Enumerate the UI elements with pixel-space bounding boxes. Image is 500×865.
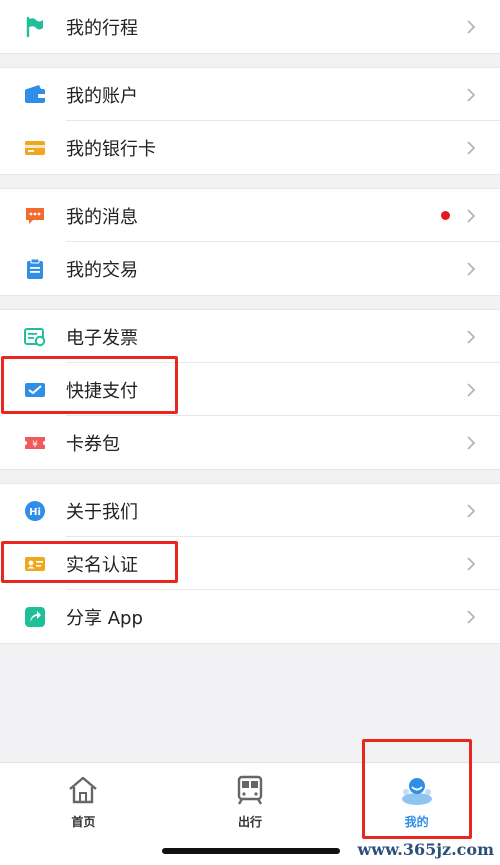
highlight-box-mine-tab [362,739,472,839]
menu-item-label: 我的消息 [66,206,138,228]
menu-item-label: 卡券包 [66,433,120,455]
svg-text:Hi: Hi [29,507,41,518]
group-messages: 我的消息 我的交易 [0,188,500,296]
tab-label: 首页 [71,815,96,829]
chevron-right-icon [467,329,476,344]
tab-label: 出行 [238,815,263,829]
highlight-box-quick-pay [1,356,178,414]
unread-badge [441,211,450,220]
invoice-icon [24,326,46,348]
chevron-right-icon [467,140,476,155]
home-indicator[interactable] [162,848,340,854]
menu-item-label: 我的行程 [66,17,138,39]
group-account: 我的账户 我的银行卡 [0,67,500,175]
chevron-right-icon [467,208,476,223]
tab-home[interactable]: 首页 [0,763,167,865]
home-icon [66,773,100,807]
menu-item-share-app[interactable]: 分享 App [0,590,500,643]
menu-item-label: 我的银行卡 [66,138,156,160]
highlight-box-real-name-auth [1,541,178,583]
clipboard-icon [24,258,46,280]
wallet-icon [24,84,46,106]
message-icon [24,205,46,227]
menu-item-label: 电子发票 [66,327,138,349]
bank-card-icon [24,137,46,159]
chevron-right-icon [467,382,476,397]
group-trip: 我的行程 [0,0,500,54]
menu-item-coupon-wallet[interactable]: ¥ 卡券包 [0,416,500,469]
menu-item-label: 我的账户 [66,85,138,107]
coupon-icon: ¥ [24,432,46,454]
menu-item-my-transactions[interactable]: 我的交易 [0,242,500,295]
share-icon [24,606,46,628]
menu-item-my-bank-card[interactable]: 我的银行卡 [0,121,500,174]
menu-item-my-account[interactable]: 我的账户 [0,68,500,121]
chevron-right-icon [467,435,476,450]
menu-item-label: 我的交易 [66,259,138,281]
menu-item-about-us[interactable]: Hi 关于我们 [0,484,500,537]
chevron-right-icon [467,87,476,102]
hi-icon: Hi [24,500,46,522]
menu-item-my-messages[interactable]: 我的消息 [0,189,500,242]
train-icon [233,773,267,807]
chevron-right-icon [467,503,476,518]
watermark: www.365jz.com [357,840,494,859]
chevron-right-icon [467,609,476,624]
svg-text:¥: ¥ [32,440,38,450]
chevron-right-icon [467,556,476,571]
menu-item-label: 分享 App [66,607,143,629]
chevron-right-icon [467,261,476,276]
menu-item-my-trip[interactable]: 我的行程 [0,0,500,53]
menu-item-label: 关于我们 [66,501,138,523]
flag-icon [24,16,46,38]
chevron-right-icon [467,19,476,34]
